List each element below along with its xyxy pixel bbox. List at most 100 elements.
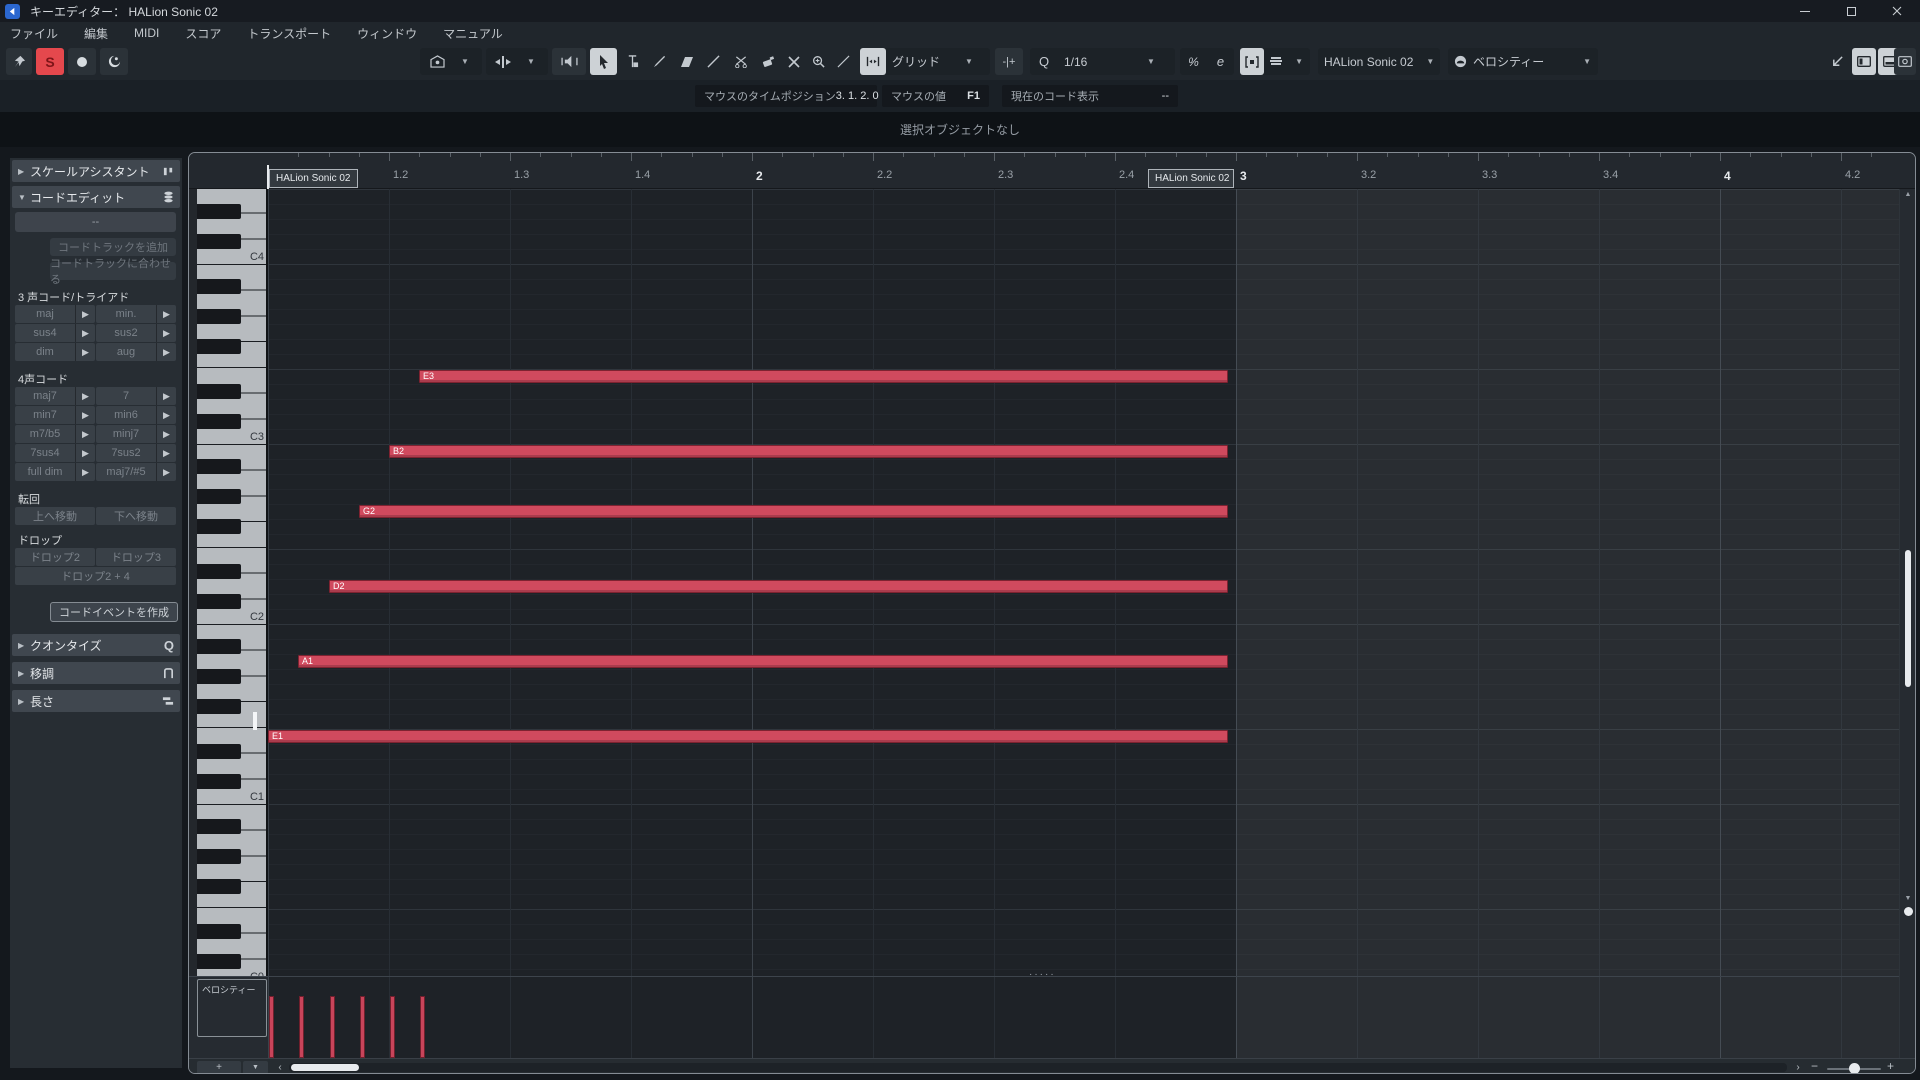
tool-glue-icon[interactable] xyxy=(755,48,780,75)
tool-split-icon[interactable] xyxy=(728,48,753,75)
chord-button-maj7[interactable]: maj7▶ xyxy=(15,387,95,405)
create-chord-event-button[interactable]: コードイベントを作成 xyxy=(50,602,178,622)
edit-active-part-icon[interactable] xyxy=(1264,48,1288,75)
scroll-up-icon[interactable]: ▲ xyxy=(1900,191,1916,198)
controller-lane-menu-caret-icon[interactable]: ▼ xyxy=(243,1061,268,1074)
black-key[interactable] xyxy=(197,954,241,969)
lane-resize-handle[interactable]: ····· xyxy=(1029,969,1089,980)
chord-button-dim[interactable]: dim▶ xyxy=(15,343,95,361)
black-key[interactable] xyxy=(197,489,241,504)
black-key[interactable] xyxy=(197,594,241,609)
black-key[interactable] xyxy=(197,279,241,294)
iterative-quantize-icon[interactable]: % xyxy=(1180,55,1207,69)
chord-button-maj75[interactable]: maj7/#5▶ xyxy=(96,463,176,481)
chord-play-icon[interactable]: ▶ xyxy=(75,425,95,443)
chord-button-fulldim[interactable]: full dim▶ xyxy=(15,463,95,481)
chord-play-icon[interactable]: ▶ xyxy=(156,425,176,443)
midi-note-G2[interactable]: G2 xyxy=(359,505,1228,518)
piano-keyboard[interactable]: C5C4C3C2C1C0 xyxy=(197,189,268,976)
snap-type-caret-icon[interactable]: ▼ xyxy=(958,57,980,66)
chord-button-7[interactable]: 7▶ xyxy=(96,387,176,405)
track-selector[interactable]: HALion Sonic 02 ▼ xyxy=(1318,48,1440,75)
left-zone-toggle-icon[interactable] xyxy=(1852,48,1876,75)
quantize-caret-icon[interactable]: ▼ xyxy=(1140,57,1162,66)
playhead-cursor[interactable] xyxy=(267,165,269,189)
scroll-right-icon[interactable]: › xyxy=(1791,1061,1805,1074)
velocity-lane[interactable] xyxy=(268,976,1899,1058)
controller-selector[interactable]: ベロシティー ▼ xyxy=(1448,48,1598,75)
move-down-button[interactable]: 下へ移動 xyxy=(96,507,176,525)
menu-item-3[interactable]: スコア xyxy=(185,25,221,42)
black-key[interactable] xyxy=(197,414,241,429)
panel-scale-assistant[interactable]: ▶ スケールアシスタント xyxy=(12,160,180,182)
chord-button-minj7[interactable]: minj7▶ xyxy=(96,425,176,443)
chord-button-min7[interactable]: min7▶ xyxy=(15,406,95,424)
controller-lane-label[interactable]: ベロシティー xyxy=(197,979,267,1037)
chord-play-icon[interactable]: ▶ xyxy=(156,343,176,361)
chord-play-icon[interactable]: ▶ xyxy=(156,463,176,481)
chord-play-icon[interactable]: ▶ xyxy=(156,305,176,323)
zoom-out-icon[interactable]: − xyxy=(1811,1059,1818,1073)
solo-button[interactable]: S xyxy=(36,48,64,75)
midi-note-B2[interactable]: B2 xyxy=(389,445,1228,458)
chord-button-m7b5[interactable]: m7/b5▶ xyxy=(15,425,95,443)
midi-note-D2[interactable]: D2 xyxy=(329,580,1228,593)
acoustic-feedback-icon[interactable] xyxy=(552,48,586,75)
chord-play-icon[interactable]: ▶ xyxy=(75,406,95,424)
zoom-in-icon[interactable]: + xyxy=(1887,1059,1894,1073)
timeline-ruler[interactable]: 1.21.31.422.22.32.433.23.33.444.2HALion … xyxy=(189,153,1915,189)
black-key[interactable] xyxy=(197,234,241,249)
match-chord-track-button[interactable]: コードトラックに合わせる xyxy=(50,262,176,280)
midi-note-A1[interactable]: A1 xyxy=(298,655,1228,668)
panel-chord-edit[interactable]: ▼ コードエディット xyxy=(12,186,180,208)
velocity-bar-E3[interactable] xyxy=(420,996,425,1058)
midi-note-E3[interactable]: E3 xyxy=(419,370,1228,383)
chord-button-sus2[interactable]: sus2▶ xyxy=(96,324,176,342)
open-in-window-icon[interactable] xyxy=(1826,48,1848,75)
tool-line-icon[interactable] xyxy=(701,48,726,75)
black-key[interactable] xyxy=(197,744,241,759)
chord-play-icon[interactable]: ▶ xyxy=(75,305,95,323)
scroll-left-icon[interactable]: ‹ xyxy=(273,1061,287,1074)
black-key[interactable] xyxy=(197,774,241,789)
velocity-bar-E1[interactable] xyxy=(269,996,274,1058)
zoom-slider-thumb[interactable] xyxy=(1849,1063,1860,1074)
scroll-down-icon[interactable]: ▼ xyxy=(1900,895,1916,902)
part-list-caret-icon[interactable]: ▼ xyxy=(1288,57,1310,66)
menu-item-5[interactable]: ウィンドウ xyxy=(357,25,417,42)
chord-play-icon[interactable]: ▶ xyxy=(75,463,95,481)
black-key[interactable] xyxy=(197,384,241,399)
quantize-panel-icon[interactable]: e xyxy=(1207,54,1234,69)
quantize-value[interactable]: 1/16 xyxy=(1058,55,1140,69)
autoscroll-icon[interactable] xyxy=(486,48,520,75)
chord-play-icon[interactable]: ▶ xyxy=(156,387,176,405)
panel-transpose[interactable]: ▶ 移調 xyxy=(12,662,180,684)
black-key[interactable] xyxy=(197,924,241,939)
chord-button-7sus2[interactable]: 7sus2▶ xyxy=(96,444,176,462)
record-icon[interactable] xyxy=(68,48,96,75)
grid-relative-icon[interactable]: -|+ xyxy=(995,48,1023,75)
black-key[interactable] xyxy=(197,339,241,354)
chord-play-icon[interactable]: ▶ xyxy=(75,343,95,361)
midi-note-E1[interactable]: E1 xyxy=(268,730,1228,743)
add-chord-track-button[interactable]: コードトラックを追加 xyxy=(50,238,176,256)
black-key[interactable] xyxy=(197,204,241,219)
black-key[interactable] xyxy=(197,639,241,654)
event-colors-icon[interactable] xyxy=(420,48,454,75)
drop2-4-button[interactable]: ドロップ2 + 4 xyxy=(15,567,176,585)
part-borders-icon[interactable] xyxy=(1240,48,1264,75)
panel-length[interactable]: ▶ 長さ xyxy=(12,690,180,712)
quantize-q-icon[interactable]: Q xyxy=(1030,54,1058,69)
close-button[interactable] xyxy=(1874,0,1920,22)
velocity-bar-B2[interactable] xyxy=(390,996,395,1058)
chord-play-icon[interactable]: ▶ xyxy=(156,444,176,462)
chord-button-maj[interactable]: maj▶ xyxy=(15,305,95,323)
black-key[interactable] xyxy=(197,519,241,534)
pin-icon[interactable] xyxy=(6,48,32,75)
menu-item-1[interactable]: 編集 xyxy=(84,25,108,42)
tool-curve-icon[interactable] xyxy=(832,48,855,75)
tool-zoom-icon[interactable] xyxy=(807,48,830,75)
chord-button-sus4[interactable]: sus4▶ xyxy=(15,324,95,342)
add-controller-lane-button[interactable]: + xyxy=(197,1061,241,1074)
drop3-button[interactable]: ドロップ3 xyxy=(96,548,176,566)
